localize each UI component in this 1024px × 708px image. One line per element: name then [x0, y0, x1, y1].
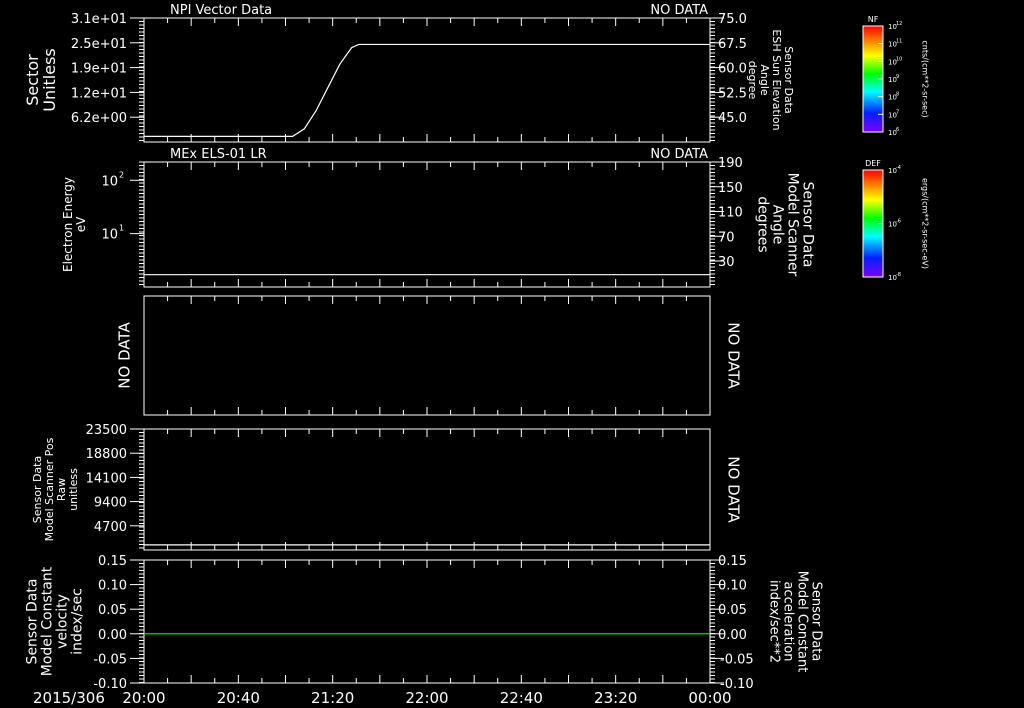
date-label: 2015/306	[33, 689, 105, 707]
axis-label: acceleration	[781, 581, 796, 661]
y-tick-label-right: 30	[718, 255, 735, 270]
colorbar-title: DEF	[865, 159, 881, 168]
panel-frame-5	[143, 559, 711, 684]
colorbar-tick-exponent: 10	[896, 56, 902, 62]
y-tick-label: 1.2e+01	[71, 86, 127, 101]
axis-label: Sensor Data	[800, 182, 816, 268]
y-tick-label-right: 0.00	[718, 628, 747, 643]
colorbar-tick-exponent: 6	[896, 127, 899, 133]
panel-title: NPI Vector Data	[170, 3, 272, 18]
y-tick-label-right: 45.0	[718, 111, 747, 126]
plot-canvas: NPI Vector Data NO DATA 3.1e+01 2.5e+01 1.9e…	[23, 3, 930, 707]
y-tick-label-right: 150	[718, 181, 743, 196]
colorbar-tick-exponent: -4	[896, 165, 901, 171]
axis-label: Sensor Data	[809, 582, 824, 662]
axis-label: index/sec**2	[767, 580, 782, 663]
y-tick-exponent: 1	[119, 224, 124, 233]
panel-frame-3	[143, 295, 711, 416]
x-tick-label: 00:00	[688, 689, 731, 707]
axis-label: unitless	[67, 468, 80, 511]
y-tick-label: 14100	[86, 471, 127, 486]
colorbar-tick-exponent: 7	[896, 109, 899, 115]
axis-label: degrees	[755, 196, 771, 252]
panel-frame-2	[143, 161, 711, 288]
y-tick-label-right: 0.05	[718, 603, 747, 618]
panel-title: MEx ELS-01 LR	[170, 147, 267, 162]
colorbar-tick-exponent: -6	[896, 219, 901, 225]
x-tick-label: 23:20	[594, 689, 637, 707]
colorbar-tick-exponent: 9	[896, 74, 899, 80]
x-tick-label: 20:40	[217, 689, 260, 707]
y-tick-label-right: 0.10	[718, 579, 747, 594]
no-data-right: NO DATA	[725, 456, 743, 523]
y-tick-label: 23500	[86, 423, 127, 438]
y-tick-label-right: 60.0	[718, 62, 747, 77]
axis-label: index/sec	[70, 588, 86, 655]
no-data-right: NO DATA	[725, 322, 743, 389]
y-tick-label: 18800	[86, 447, 127, 462]
y-tick-label-right: 52.5	[718, 86, 747, 101]
y-tick-label: 0.10	[98, 579, 127, 594]
colorbar-tick-exponent: 12	[896, 21, 902, 27]
y-tick-label: 4700	[94, 520, 127, 535]
axis-label: eV	[74, 216, 88, 232]
y-tick-label-right: 75.0	[718, 12, 747, 27]
y-tick-label-right: 0.15	[718, 554, 747, 569]
y-tick-label: -0.05	[93, 652, 127, 667]
axis-label: velocity	[55, 594, 71, 649]
y-tick-label: 2.5e+01	[71, 37, 127, 52]
y-tick-label: 0.05	[98, 603, 127, 618]
series-line-1	[144, 43, 710, 137]
y-tick-label-right: -0.05	[720, 652, 754, 667]
axis-label: Model Scanner	[785, 173, 801, 277]
panel-frame-1	[143, 17, 711, 143]
colorbar-unit: cnts/(cm**2-sr-sec)	[921, 40, 930, 117]
no-data-status: NO DATA	[650, 3, 708, 18]
y-tick-label: 6.2e+00	[71, 111, 127, 126]
axis-label: Unitless	[40, 48, 59, 112]
axis-label: Model Constant	[795, 571, 810, 673]
axis-label: Angle	[770, 205, 786, 245]
y-tick-label: 10	[101, 174, 118, 189]
colorbar-tick-exponent: 11	[896, 39, 902, 45]
y-tick-label-right: 190	[718, 156, 743, 171]
axis-label: Sensor Data	[25, 579, 41, 665]
y-tick-label: 9400	[94, 496, 127, 511]
y-tick-exponent: 2	[119, 170, 124, 179]
y-tick-label: 0.15	[98, 554, 127, 569]
colorbar-unit: ergs/(cm**2-sr-sec-eV)	[921, 178, 930, 269]
panel-frame-4	[143, 428, 711, 551]
x-tick-label: 21:20	[311, 689, 354, 707]
no-data-status: NO DATA	[650, 147, 708, 162]
y-tick-label: 3.1e+01	[71, 12, 127, 27]
x-tick-label: 22:40	[500, 689, 543, 707]
colorbar-tick-exponent: 8	[896, 92, 899, 98]
y-tick-label-right: 67.5	[718, 37, 747, 52]
axis-label: Electron Energy	[61, 177, 75, 272]
x-tick-label: 22:00	[405, 689, 448, 707]
colorbar-title: NF	[868, 15, 879, 24]
y-tick-label-right: 110	[718, 206, 743, 221]
y-tick-label: 0.00	[98, 628, 127, 643]
no-data-left: NO DATA	[116, 322, 134, 389]
y-tick-label: 1.9e+01	[71, 62, 127, 77]
x-tick-label: 20:00	[122, 689, 165, 707]
y-tick-label-right: 70	[718, 230, 735, 245]
y-tick-label: 10	[101, 228, 118, 243]
axis-label: degree	[746, 61, 759, 100]
colorbar-tick-exponent: -8	[896, 272, 901, 278]
axis-label: Model Constant	[40, 566, 56, 676]
